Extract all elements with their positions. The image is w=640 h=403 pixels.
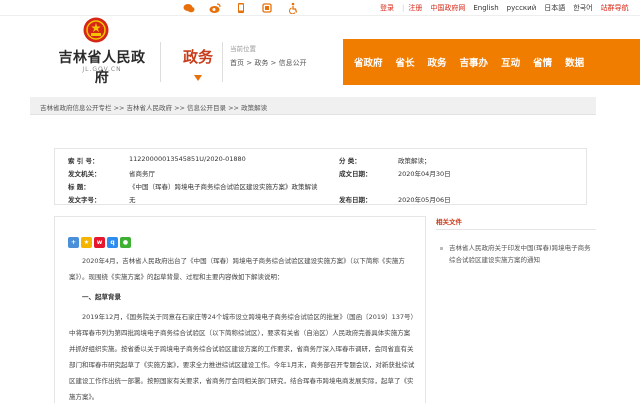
share-qq-icon[interactable]: q (107, 237, 118, 248)
docno-value: 无 (129, 196, 136, 204)
app-icon[interactable] (261, 2, 273, 14)
breadcrumb[interactable]: 吉林省政府信息公开专栏 >> 吉林省人民政府 >> 信息公开目录 >> 政策解读 (30, 97, 596, 115)
index-label: 索 引 号： (68, 157, 99, 165)
share-bar: + ★ w q ● (68, 237, 131, 248)
share-more-icon[interactable]: + (68, 237, 79, 248)
article-paragraph: 2020年4月，吉林省人民政府出台了《中国（珲春）跨境电子商务综合试验区建设实施… (69, 257, 405, 281)
lang-english-link[interactable]: English (473, 4, 498, 12)
nav-item-governor[interactable]: 省长 (383, 55, 415, 69)
nav-item-affairs[interactable]: 政务 (415, 55, 447, 69)
issuer-value: 省商务厅 (129, 170, 155, 178)
related-item[interactable]: 吉林省人民政府关于印发中国(珲春)跨境电子商务综合试验区建设实施方案的通知 (436, 242, 596, 266)
register-link[interactable]: 注册 (408, 3, 422, 13)
nav-item-data[interactable]: 数据 (552, 55, 584, 69)
national-emblem-icon (83, 17, 109, 43)
index-value: 11220000013545851U/2020-01880 (129, 155, 246, 163)
title-value: 《中国（珲春）跨境电子商务综合试验区建设实施方案》政策解读 (129, 183, 318, 191)
chevron-down-icon (194, 75, 202, 81)
date-label: 成文日期： (339, 170, 372, 178)
nav-item-province-info[interactable]: 省情 (520, 55, 552, 69)
social-icons (183, 2, 299, 14)
site-domain: JL.GOV.CN (82, 66, 122, 73)
nav-item-interaction[interactable]: 互动 (488, 55, 520, 69)
header-divider (160, 42, 161, 82)
share-qzone-icon[interactable]: ★ (81, 237, 92, 248)
accessibility-icon[interactable] (287, 2, 299, 14)
share-wechat-icon[interactable]: ● (120, 237, 131, 248)
pubdate-value: 2020年05月06日 (398, 196, 451, 204)
category-label: 分 类： (339, 157, 361, 165)
date-value: 2020年04月30日 (398, 170, 451, 178)
utility-links: 登录 | 注册 中国政府网 English русский 日本語 한국어 站群… (380, 3, 637, 13)
china-gov-link[interactable]: 中国政府网 (430, 3, 465, 13)
login-link[interactable]: 登录 (380, 3, 394, 13)
location-path[interactable]: 首页 > 政务 > 信息公开 (230, 58, 307, 68)
related-documents: 相关文件 吉林省人民政府关于印发中国(珲春)跨境电子商务综合试验区建设实施方案的… (436, 216, 596, 266)
section-heading: 一、起草背景 (82, 293, 121, 301)
related-title: 相关文件 (436, 216, 596, 230)
share-weibo-icon[interactable]: w (94, 237, 105, 248)
location-label: 当前位置 (230, 45, 256, 53)
lang-russian-link[interactable]: русский (507, 4, 537, 12)
top-utility-bar: 登录 | 注册 中国政府网 English русский 日本語 한국어 站群… (0, 0, 640, 16)
pubdate-label: 发布日期： (339, 196, 372, 204)
document-meta-table: 索 引 号： 11220000013545851U/2020-01880 分 类… (54, 148, 587, 205)
docno-label: 发文字号： (68, 196, 101, 204)
divider: | (402, 4, 405, 12)
wechat-icon[interactable] (183, 2, 195, 14)
issuer-label: 发文机关： (68, 170, 101, 178)
article-body: + ★ w q ● 2020年4月，吉林省人民政府出台了《中国（珲春）跨境电子商… (54, 216, 426, 403)
mobile-icon[interactable] (235, 2, 247, 14)
lang-korean-link[interactable]: 한국어 (573, 3, 592, 13)
main-nav: 省政府 省长 政务 吉事办 互动 省情 数据 (343, 39, 640, 85)
site-group-nav-link[interactable]: 站群导航 (601, 3, 629, 13)
nav-item-government[interactable]: 省政府 (343, 55, 383, 69)
title-label: 标 题： (68, 183, 90, 191)
lang-japanese-link[interactable]: 日本語 (544, 3, 565, 13)
nav-item-services[interactable]: 吉事办 (447, 55, 489, 69)
weibo-icon[interactable] (209, 2, 221, 14)
section-title: 政务 (182, 48, 213, 66)
header-divider (222, 42, 223, 82)
category-value: 政策解读； (398, 157, 431, 165)
article-paragraph: 2019年12月，《国务院关于同意在石家庄等24个城市设立跨境电子商务综合试验区… (69, 313, 415, 401)
